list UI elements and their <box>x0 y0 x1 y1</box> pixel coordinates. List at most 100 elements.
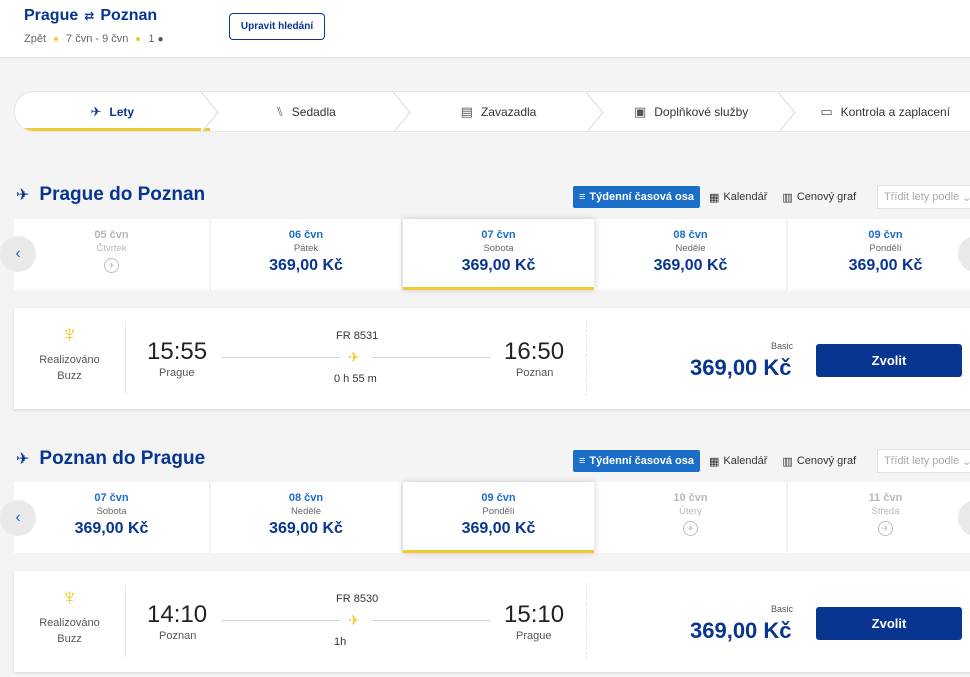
no-flight-icon: ✈ <box>104 258 119 273</box>
date-label: 09 čvn <box>481 492 516 504</box>
day-label: Sobota <box>483 243 514 254</box>
step-chevron <box>393 92 411 131</box>
flight-duration: 0 h 55 m <box>334 373 377 385</box>
select-flight-button[interactable]: Zvolit <box>816 607 962 640</box>
day-label: Pondělí <box>482 506 515 517</box>
departure-city: Prague <box>159 367 195 379</box>
card-icon: ▭ <box>820 103 833 119</box>
date-label: 08 čvn <box>288 492 324 504</box>
calendar-icon: ▦ <box>708 455 720 468</box>
outbound-date-strip: 05 čvn Čtvrtek ✈ 06 čvn Pátek 369,00 Kč 07 čvn… <box>14 219 970 290</box>
date-price: 369,00 Kč <box>74 520 149 537</box>
bar-chart-icon: ▥ <box>782 455 793 468</box>
booking-stepper: ✈ Lety ⑊ Sedadla ▤ Zavazadla ▣ Doplňkové služby… <box>14 91 970 132</box>
date-cell[interactable]: 08 čvn Neděle 369,00 Kč <box>595 219 787 290</box>
inbound-prev-arrow[interactable]: ‹ <box>0 500 36 536</box>
route-line <box>372 620 490 621</box>
day-label: Neděle <box>675 243 706 254</box>
route-plane-icon: ⇄ <box>84 9 95 23</box>
date-label: 10 čvn <box>673 492 708 504</box>
date-price: 369,00 Kč <box>269 520 343 537</box>
outbound-section-title: ✈ Prague do Poznan <box>16 184 205 206</box>
separator-dot <box>54 37 59 41</box>
chevron-down-icon: ⌄ <box>962 455 970 468</box>
route-title: Prague ⇄ Poznan <box>24 7 157 25</box>
chevron-down-icon: ⌄ <box>962 191 970 204</box>
day-label: Úterý <box>679 506 702 517</box>
trip-dates: 7 čvn - 9 čvn <box>66 33 129 45</box>
inbound-sort-select[interactable]: Třídit lety podle⌄ <box>877 449 970 473</box>
harp-logo-icon: ♆ <box>60 321 79 348</box>
route-line <box>372 357 490 358</box>
airline-logo: ♆ Realizováno Buzz <box>14 322 126 394</box>
calendar-button[interactable]: ▦ Kalendář <box>703 450 773 472</box>
date-price: 369,00 Kč <box>269 257 343 274</box>
step-label: Kontrola a zaplacení <box>840 104 951 119</box>
date-cell[interactable]: 08 čvn Neděle 369,00 Kč <box>211 482 402 553</box>
flight-price: 369,00 Kč <box>690 618 792 643</box>
day-label: Čtvrtek <box>96 243 127 254</box>
date-price: 369,00 Kč <box>461 257 536 274</box>
origin-city: Prague <box>24 7 79 24</box>
day-label: Sobota <box>96 506 127 517</box>
step-1[interactable]: ⑊ Sedadla <box>210 92 411 131</box>
date-cell[interactable]: 07 čvn Sobota 369,00 Kč <box>14 482 210 553</box>
date-cell[interactable]: 06 čvn Pátek 369,00 Kč <box>211 219 402 290</box>
plane-icon: ✈ <box>90 103 102 119</box>
weekly-timeline-button[interactable]: ≡ Týdenní časová osa <box>573 186 700 208</box>
date-cell: 10 čvn Úterý ✈ <box>595 482 787 553</box>
date-price: 369,00 Kč <box>653 257 728 274</box>
step-2[interactable]: ▤ Zavazadla <box>402 92 604 131</box>
date-cell[interactable]: 07 čvn Sobota 369,00 Kč <box>403 219 595 290</box>
price-chart-button[interactable]: ▥ Cenový graf <box>776 450 862 472</box>
no-flight-icon: ✈ <box>878 521 893 536</box>
day-label: Neděle <box>290 506 322 517</box>
date-price: 369,00 Kč <box>848 257 923 274</box>
day-label: Pátek <box>293 243 319 254</box>
chevron-left-icon: ‹ <box>15 509 21 526</box>
step-label: Doplňkové služby <box>654 104 749 119</box>
card-divider <box>586 320 587 396</box>
bar-chart-icon: ▥ <box>782 191 793 204</box>
outbound-sort-select[interactable]: Třídit lety podle⌄ <box>877 185 970 209</box>
date-label: 06 čvn <box>288 229 324 241</box>
operator-text: Realizováno Buzz <box>39 354 100 382</box>
seat-icon: ⑊ <box>275 104 284 119</box>
select-flight-button[interactable]: Zvolit <box>816 344 962 377</box>
date-label: 07 čvn <box>481 229 516 241</box>
edit-search-button[interactable]: Upravit hledání <box>229 13 325 40</box>
plane-icon: ✈ <box>348 612 360 628</box>
date-label: 09 čvn <box>868 229 903 241</box>
list-icon: ≡ <box>579 191 586 203</box>
step-4[interactable]: ▭ Kontrola a zaplacení <box>787 92 970 131</box>
step-0[interactable]: ✈ Lety <box>15 92 219 131</box>
inbound-flight-card: ♆ Realizováno Buzz 14:10 Poznan FR 8530 ✈ 1h 15:… <box>14 571 970 672</box>
takeoff-icon: ✈ <box>16 451 30 468</box>
date-label: 08 čvn <box>673 229 708 241</box>
luggage-icon: ▤ <box>460 103 473 119</box>
date-label: 05 čvn <box>94 229 129 241</box>
departure-city: Poznan <box>159 630 197 642</box>
no-flight-icon: ✈ <box>683 521 698 536</box>
harp-logo-icon: ♆ <box>60 584 79 611</box>
date-label: 07 čvn <box>94 492 129 504</box>
top-header: Prague ⇄ Poznan Zpět 7 čvn - 9 čvn 1 ● U… <box>0 0 970 58</box>
calendar-button[interactable]: ▦ Kalendář <box>703 186 773 208</box>
inbound-view-toggle: ≡ Týdenní časová osa ▦ Kalendář ▥ Cenový gr… <box>573 450 865 472</box>
arrival-time: 16:50 <box>504 338 565 365</box>
inbound-title-text: Poznan do Prague <box>39 448 206 469</box>
inbound-date-strip: 07 čvn Sobota 369,00 Kč 08 čvn Neděle 369,00 … <box>14 482 970 553</box>
calendar-icon: ▦ <box>708 191 720 204</box>
step-chevron <box>585 92 604 131</box>
step-chevron <box>200 92 219 131</box>
weekly-timeline-button[interactable]: ≡ Týdenní časová osa <box>573 450 700 472</box>
price-chart-button[interactable]: ▥ Cenový graf <box>776 186 862 208</box>
step-label: Lety <box>109 104 135 119</box>
day-label: Středa <box>871 506 900 517</box>
outbound-prev-arrow[interactable]: ‹ <box>0 236 36 272</box>
date-cell[interactable]: 09 čvn Pondělí 369,00 Kč <box>788 219 970 290</box>
separator-dot <box>136 37 141 41</box>
step-chevron <box>778 92 797 131</box>
step-3[interactable]: ▣ Doplňkové služby <box>595 92 797 131</box>
date-cell[interactable]: 09 čvn Pondělí 369,00 Kč <box>403 482 595 553</box>
